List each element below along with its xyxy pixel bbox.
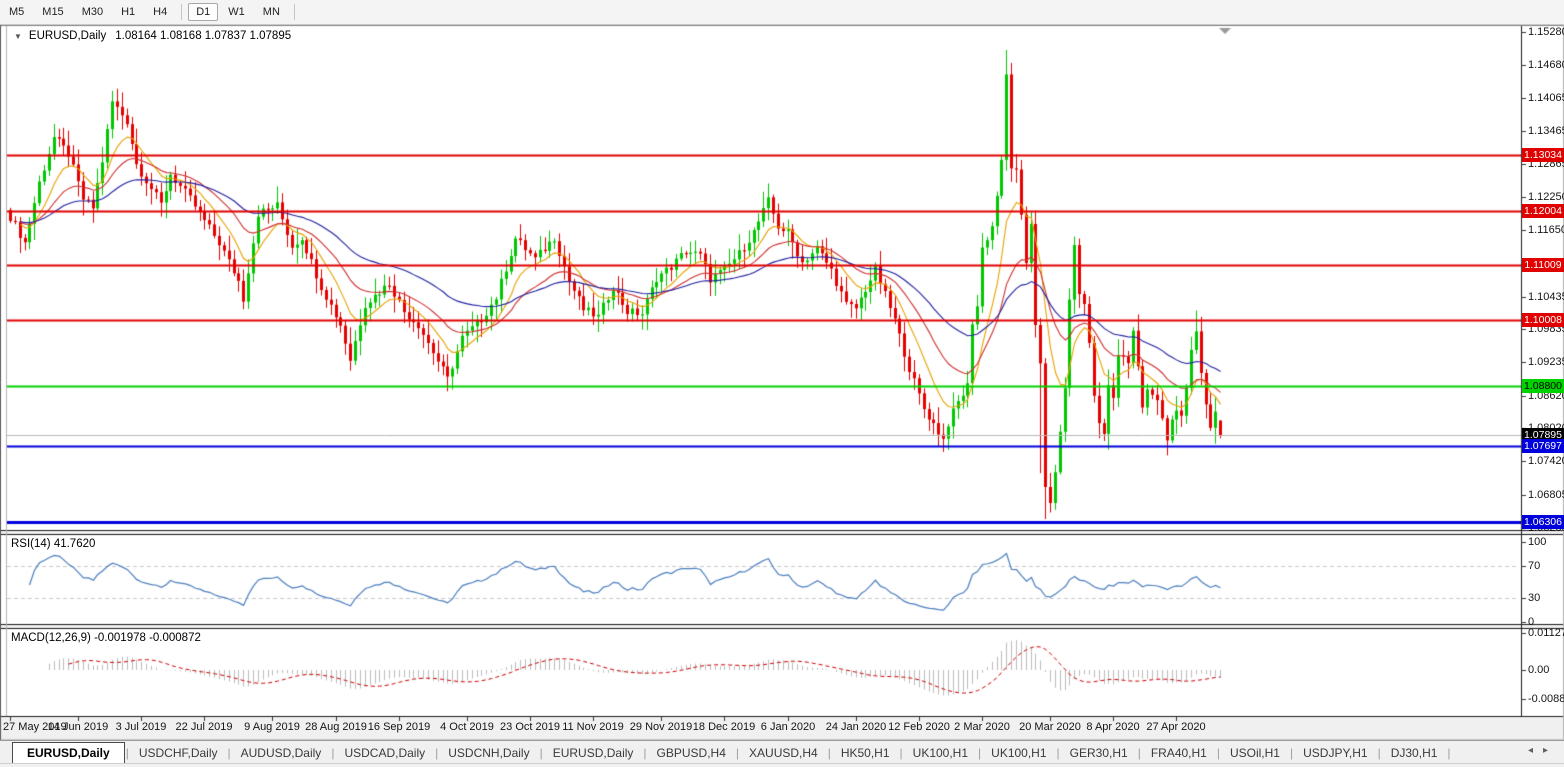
price-line-label: 1.11009 [1522, 258, 1564, 273]
timeframe-button-h4[interactable]: H4 [145, 3, 175, 21]
price-axis-tick: 1.09235 [1528, 356, 1564, 369]
price-axis-tick: 1.14065 [1528, 92, 1564, 105]
price-line-label: 1.13034 [1522, 147, 1564, 162]
timeframe-button-h1[interactable]: H1 [113, 3, 143, 21]
price-axis-tick: 1.13465 [1528, 125, 1564, 138]
tab-scroll-left-icon[interactable]: ◂ [1528, 745, 1543, 756]
price-axis-tick: 1.11650 [1528, 224, 1564, 237]
toolbar-separator [293, 4, 295, 20]
mt4-window: M5 M15 M30 H1 H4 D1 W1 MN ▼ EURUSD,Daily 1.0816… [0, 0, 1564, 767]
chart-canvas[interactable] [0, 0, 1564, 767]
symbol-tab-dj30-h1[interactable]: DJ30,H1 [1382, 743, 1447, 763]
chart-title: ▼ EURUSD,Daily 1.08164 1.08168 1.07837 1… [14, 30, 291, 42]
date-axis-label: 11 Nov 2019 [562, 721, 624, 733]
date-axis-label: 29 Nov 2019 [629, 721, 693, 733]
symbol-tab-usdcad-daily[interactable]: USDCAD,Daily [335, 743, 434, 763]
price-axis-tick: 1.06805 [1528, 488, 1564, 501]
date-axis-label: 3 Jul 2019 [115, 721, 167, 733]
date-axis-label: 16 Sep 2019 [367, 721, 431, 733]
symbol-tab-hk50-h1[interactable]: HK50,H1 [832, 743, 899, 763]
date-axis-label: 23 Oct 2019 [500, 721, 560, 733]
rsi-axis-tick: 70 [1528, 560, 1541, 572]
rsi-axis-tick: 100 [1528, 536, 1547, 548]
timeframe-button-m5[interactable]: M5 [1, 3, 32, 21]
date-axis-label: 24 Jan 2020 [825, 721, 887, 733]
symbol-tabbar: EURUSD,Daily | USDCHF,Daily | AUDUSD,Daily | U… [0, 740, 1564, 764]
symbol-tab-fra40-h1[interactable]: FRA40,H1 [1142, 743, 1216, 763]
timeframe-button-mn[interactable]: MN [255, 3, 288, 21]
symbol-tab-usdchf-daily[interactable]: USDCHF,Daily [130, 743, 227, 763]
date-axis-label: 8 Apr 2020 [1086, 721, 1140, 733]
tab-scroll-arrows: ◂▸ [1528, 745, 1558, 756]
price-line-label: 1.06306 [1522, 515, 1564, 529]
tab-separator: | [1447, 746, 1451, 760]
price-axis-tick: 1.12250 [1528, 191, 1564, 204]
symbol-tab-eurusd-daily[interactable]: EURUSD,Daily [544, 743, 643, 763]
date-axis-label: 20 Mar 2020 [1019, 721, 1081, 733]
price-axis-tick: 1.10435 [1528, 290, 1564, 303]
price-axis-tick: 1.15280 [1528, 26, 1564, 38]
symbol-tab-usdjpy-h1[interactable]: USDJPY,H1 [1294, 743, 1376, 763]
date-axis-label: 4 Oct 2019 [440, 721, 494, 733]
macd-axis-tick: 0.00 [1528, 664, 1550, 676]
macd-axis-tick: -0.008845 [1528, 693, 1564, 706]
price-axis-tick: 1.14680 [1528, 58, 1564, 71]
date-axis-label: 12 Feb 2020 [888, 721, 950, 733]
symbol-tab-uk100-h1[interactable]: UK100,H1 [904, 743, 977, 763]
timeframe-button-m30[interactable]: M30 [74, 3, 111, 21]
symbol-tab-eurusd-daily[interactable]: EURUSD,Daily [12, 742, 125, 763]
date-axis-label: 9 Aug 2019 [244, 721, 300, 733]
date-axis-label: 2 Mar 2020 [954, 721, 1010, 733]
price-axis-tick: 1.07420 [1528, 455, 1564, 468]
date-axis-label: 6 Jan 2020 [760, 721, 816, 733]
toolbar-separator [181, 4, 183, 20]
chart-symbol-period: EURUSD,Daily [28, 30, 107, 42]
rsi-axis-tick: 30 [1528, 592, 1541, 604]
chart-ohlc-quotes: 1.08164 1.08168 1.07837 1.07895 [115, 30, 292, 42]
rsi-indicator-label: RSI(14) 41.7620 [11, 538, 96, 550]
symbol-tab-ger30-h1[interactable]: GER30,H1 [1061, 743, 1137, 763]
symbol-tab-gbpusd-h4[interactable]: GBPUSD,H4 [648, 743, 735, 763]
date-axis-label: 18 Dec 2019 [692, 721, 756, 733]
symbol-tab-xauusd-h4[interactable]: XAUUSD,H4 [740, 743, 827, 763]
symbol-tab-uk100-h1[interactable]: UK100,H1 [982, 743, 1055, 763]
price-line-label: 1.12004 [1522, 203, 1564, 218]
macd-axis-tick: 0.011277 [1528, 627, 1564, 639]
timeframe-button-w1[interactable]: W1 [220, 3, 253, 21]
tab-scroll-right-icon[interactable]: ▸ [1543, 745, 1558, 756]
symbol-tab-audusd-daily[interactable]: AUDUSD,Daily [232, 743, 331, 763]
date-axis-label: 22 Jul 2019 [175, 721, 233, 733]
price-line-label: 1.10008 [1522, 312, 1564, 327]
timeframe-toolbar: M5 M15 M30 H1 H4 D1 W1 MN [0, 0, 1564, 25]
symbol-tab-usoil-h1[interactable]: USOil,H1 [1221, 743, 1289, 763]
date-axis-label: 14 Jun 2019 [47, 721, 109, 733]
symbol-tab-usdcnh-daily[interactable]: USDCNH,Daily [439, 743, 538, 763]
macd-indicator-label: MACD(12,26,9) -0.001978 -0.000872 [11, 632, 201, 644]
timeframe-button-m15[interactable]: M15 [34, 3, 71, 21]
date-axis-label: 28 Aug 2019 [305, 721, 367, 733]
date-axis-label: 27 Apr 2020 [1146, 721, 1206, 733]
price-line-label: 1.07697 [1522, 439, 1564, 454]
chart-dropdown-icon[interactable]: ▼ [14, 32, 22, 41]
timeframe-button-d1[interactable]: D1 [188, 3, 219, 21]
price-line-label: 1.08800 [1522, 378, 1564, 393]
